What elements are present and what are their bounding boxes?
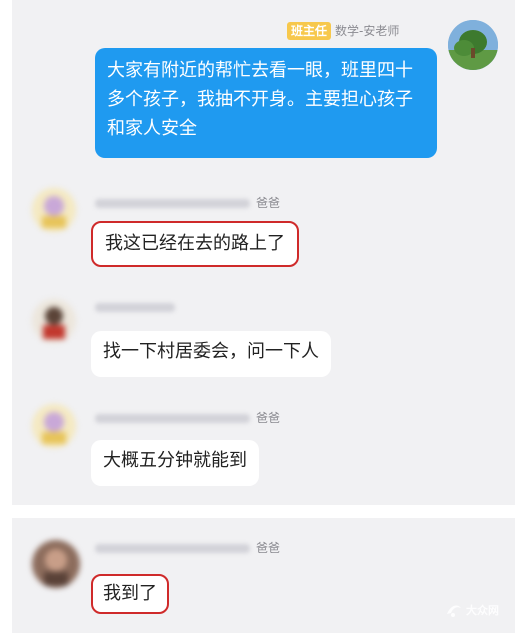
parent-avatar-1-image [32, 188, 76, 232]
message-bubble-2[interactable]: 找一下村居委会，问一下人 [91, 331, 331, 377]
parent-avatar-3[interactable] [32, 404, 76, 448]
watermark-text: 大众网 [466, 604, 499, 617]
sender-role-3: 爸爸 [256, 411, 281, 425]
teacher-avatar[interactable] [448, 20, 498, 70]
message-bubble-1[interactable]: 我这已经在去的路上了 [91, 221, 299, 267]
teacher-header: 班主任 数学-安老师 [287, 22, 399, 40]
sender-line-3: 爸爸 [95, 409, 280, 427]
message-bubble-4[interactable]: 我到了 [91, 574, 169, 614]
message-bubble-3[interactable]: 大概五分钟就能到 [91, 440, 259, 486]
sender-name-blurred [95, 543, 250, 553]
parent-avatar-4-image [32, 540, 80, 588]
parent-avatar-1[interactable] [32, 188, 76, 232]
sender-name-blurred [95, 303, 175, 312]
teacher-message-bubble[interactable]: 大家有附近的帮忙去看一眼，班里四十多个孩子，我抽不开身。主要担心孩子和家人安全 [95, 48, 437, 158]
watermark: 大众网 [444, 600, 499, 620]
sender-line-1: 爸爸 [95, 194, 280, 212]
chat-panel-bottom [12, 518, 515, 633]
role-badge: 班主任 [287, 22, 332, 40]
sender-line-2 [95, 303, 175, 312]
sender-line-4: 爸爸 [95, 539, 280, 557]
teacher-name: 数学-安老师 [335, 24, 400, 38]
parent-avatar-4[interactable] [32, 540, 80, 588]
sender-role-1: 爸爸 [256, 196, 281, 210]
watermark-logo-icon [447, 605, 461, 617]
parent-avatar-2[interactable] [32, 299, 76, 343]
sender-name-blurred [95, 413, 250, 423]
teacher-avatar-image [448, 20, 498, 70]
parent-avatar-3-image [32, 404, 76, 448]
parent-avatar-2-image [32, 299, 76, 343]
sender-role-4: 爸爸 [256, 541, 281, 555]
sender-name-blurred [95, 198, 250, 208]
